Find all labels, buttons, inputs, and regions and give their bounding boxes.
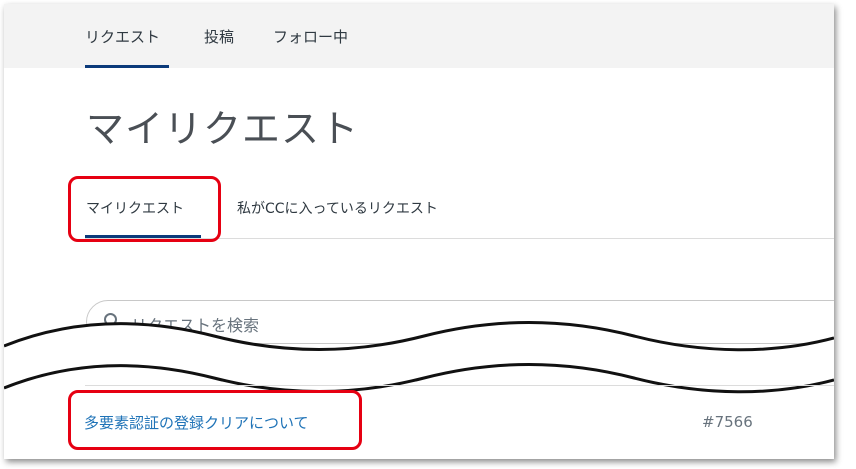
list-divider — [85, 385, 834, 386]
nav-active-indicator — [85, 65, 169, 68]
request-id: #7566 — [702, 413, 753, 431]
page-title: マイリクエスト — [86, 107, 360, 151]
subtab-divider — [85, 238, 834, 239]
nav-tab-following[interactable]: フォロー中 — [273, 26, 348, 47]
top-navigation: リクエスト 投稿 フォロー中 — [4, 4, 834, 68]
tab-my-requests[interactable]: マイリクエスト — [86, 198, 184, 218]
request-title-link[interactable]: 多要素認証の登録クリアについて — [84, 412, 309, 433]
tab-cc-requests[interactable]: 私がCCに入っているリクエスト — [237, 198, 438, 218]
wave-cut-separator — [4, 321, 834, 394]
nav-tab-posts[interactable]: 投稿 — [204, 26, 234, 47]
screenshot-frame: リクエスト 投稿 フォロー中 マイリクエスト マイリクエスト 私がCCに入ってい… — [4, 4, 834, 459]
nav-tab-requests[interactable]: リクエスト — [85, 26, 160, 47]
